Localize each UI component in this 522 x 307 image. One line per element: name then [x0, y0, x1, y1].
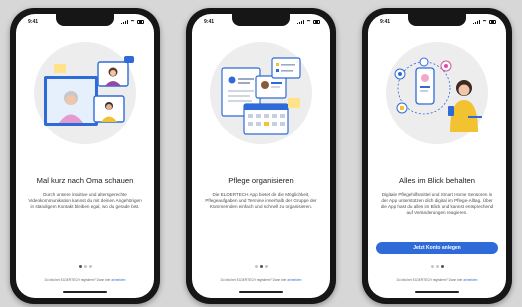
signal-icon	[121, 19, 128, 24]
status-bar: 9:41	[380, 17, 496, 26]
status-time: 9:41	[28, 18, 39, 25]
login-prompt-text: Du bist bei ELDERTECH registriert? Dann …	[44, 278, 111, 282]
home-indicator[interactable]	[63, 291, 107, 293]
page-dot[interactable]	[83, 265, 87, 268]
page-dot[interactable]	[259, 265, 263, 268]
screen-description: Durch unsere intuitive und altersgerecht…	[28, 192, 142, 209]
screen-title: Mal kurz nach Oma schauen	[36, 176, 134, 185]
signal-icon	[297, 19, 304, 24]
page-indicator	[192, 265, 330, 268]
wifi-icon	[130, 19, 135, 24]
page-dot[interactable]	[254, 265, 258, 268]
phone-frame-1: 9:41 Mal kurz nach Oma schauen Durch uns…	[10, 8, 160, 304]
smart-home-illustration	[380, 42, 494, 144]
onboarding-screen-1: 9:41 Mal kurz nach Oma schauen Durch uns…	[16, 14, 154, 298]
home-indicator[interactable]	[239, 291, 283, 293]
home-indicator[interactable]	[415, 291, 459, 293]
page-dot[interactable]	[440, 265, 444, 268]
battery-icon	[489, 19, 496, 24]
wifi-icon	[482, 19, 487, 24]
page-dot[interactable]	[78, 265, 82, 268]
battery-icon	[137, 19, 144, 24]
signal-icon	[473, 19, 480, 24]
login-link[interactable]: anmelden	[463, 278, 477, 282]
status-time: 9:41	[204, 18, 215, 25]
page-indicator	[16, 265, 154, 268]
battery-icon	[313, 19, 320, 24]
care-organization-illustration	[204, 42, 318, 144]
login-prompt-text: Du bist bei ELDERTECH registriert? Dann …	[220, 278, 287, 282]
onboarding-screen-3: 9:41 Alles im Blick behalten Digitale Pf…	[368, 14, 506, 298]
screen-description: Die ELDERTECH App bietet dir die Möglich…	[205, 192, 317, 209]
screen-title: Pflege organisieren	[228, 176, 294, 185]
phone-frame-2: 9:41 Pflege organisieren Die ELDERTECH A…	[186, 8, 336, 304]
page-dot[interactable]	[264, 265, 268, 268]
screen-title: Alles im Blick behalten	[399, 176, 475, 185]
status-bar: 9:41	[204, 17, 320, 26]
login-prompt: Du bist bei ELDERTECH registriert? Dann …	[20, 278, 150, 282]
status-time: 9:41	[380, 18, 391, 25]
onboarding-screen-2: 9:41 Pflege organisieren Die ELDERTECH A…	[192, 14, 330, 298]
video-call-illustration	[28, 42, 142, 144]
login-prompt: Du bist bei ELDERTECH registriert? Dann …	[196, 278, 326, 282]
phone-frame-3: 9:41 Alles im Blick behalten Digitale Pf…	[362, 8, 512, 304]
screen-description: Digitale Pflegehilfsmittel und Smart Hom…	[380, 192, 494, 215]
page-dot[interactable]	[430, 265, 434, 268]
page-dot[interactable]	[88, 265, 92, 268]
page-dot[interactable]	[435, 265, 439, 268]
wifi-icon	[306, 19, 311, 24]
login-prompt: Du bist bei ELDERTECH registriert? Dann …	[372, 278, 502, 282]
status-bar: 9:41	[28, 17, 144, 26]
create-account-button[interactable]: Jetzt Konto anlegen	[376, 242, 498, 254]
login-link[interactable]: anmelden	[111, 278, 125, 282]
login-prompt-text: Du bist bei ELDERTECH registriert? Dann …	[396, 278, 463, 282]
login-link[interactable]: anmelden	[287, 278, 301, 282]
page-indicator	[368, 265, 506, 268]
